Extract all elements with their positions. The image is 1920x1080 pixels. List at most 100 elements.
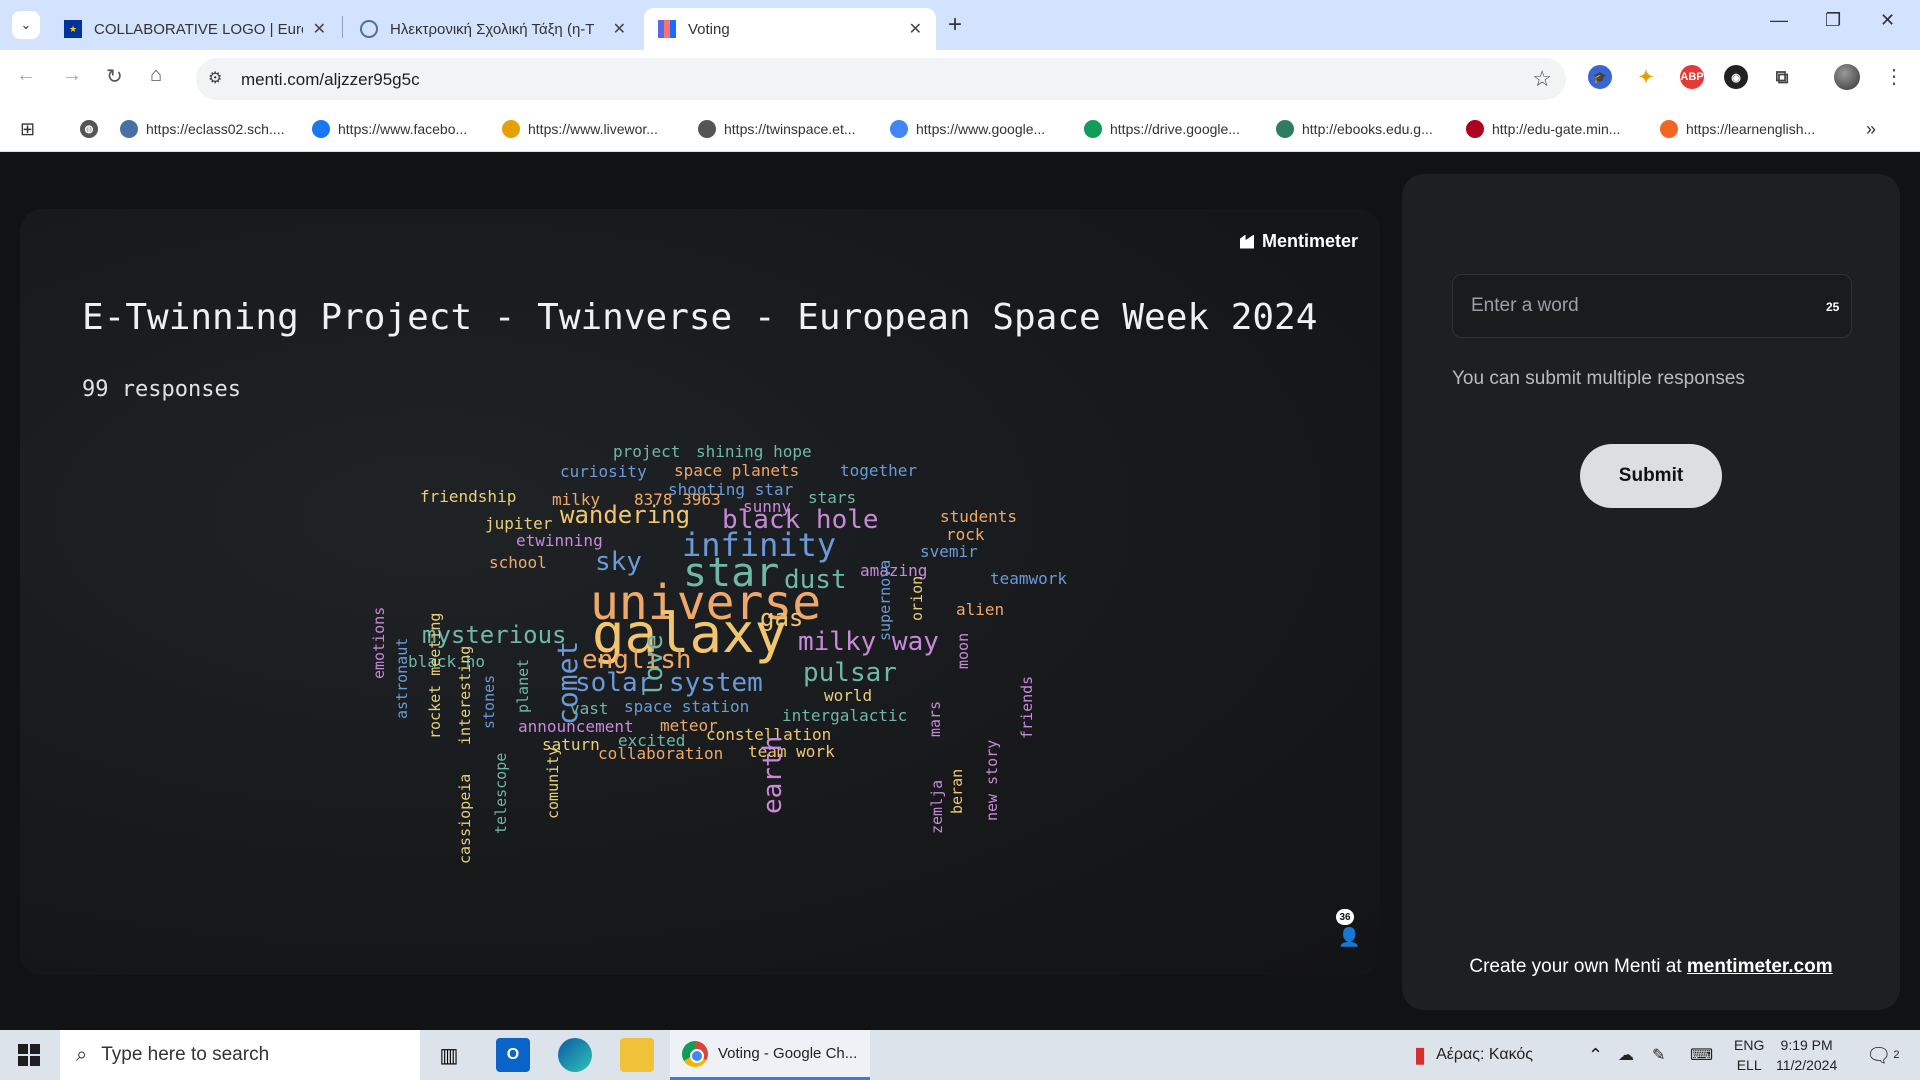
- profile-avatar[interactable]: [1834, 64, 1860, 90]
- new-tab-button[interactable]: +: [948, 11, 962, 39]
- onedrive-icon[interactable]: ☁: [1618, 1030, 1634, 1080]
- word-cloud-word: emotions: [370, 606, 388, 679]
- extension-grammar-icon[interactable]: ◉: [1724, 65, 1748, 89]
- tab-title: COLLABORATIVE LOGO | Europ: [94, 20, 303, 38]
- bookmark-label: https://www.facebo...: [338, 121, 468, 137]
- close-icon[interactable]: ✕: [909, 19, 922, 39]
- bookmark-item[interactable]: https://www.facebo...: [312, 116, 467, 142]
- extension-sparkle-icon[interactable]: ✦: [1634, 65, 1658, 89]
- search-placeholder: Type here to search: [101, 1044, 270, 1065]
- word-cloud-word: interesting: [456, 645, 474, 745]
- home-button[interactable]: ⌂: [150, 64, 162, 87]
- reload-icon: ↻: [106, 66, 123, 88]
- double-chevron-right-icon: »: [1866, 118, 1877, 139]
- close-icon[interactable]: ✕: [613, 19, 626, 39]
- back-button[interactable]: ←: [16, 64, 36, 87]
- forward-button[interactable]: →: [62, 64, 82, 87]
- word-cloud-word: comet: [551, 640, 584, 725]
- word-cloud-word: telescope: [492, 752, 510, 834]
- restore-button[interactable]: ❐: [1825, 10, 1841, 31]
- edge-icon[interactable]: [558, 1038, 592, 1072]
- close-window-button[interactable]: ✕: [1880, 10, 1895, 31]
- liveworksheets-icon: [502, 120, 520, 138]
- search-icon: ⌕: [76, 1043, 88, 1066]
- site-info-icon[interactable]: ⚙: [208, 68, 222, 88]
- twinspace-icon: [698, 120, 716, 138]
- voting-sidebar: 25 You can submit multiple responses Sub…: [1402, 174, 1900, 1010]
- bookmark-star-icon[interactable]: ☆: [1532, 66, 1552, 92]
- word-cloud-word: alien: [956, 600, 1005, 619]
- more-vertical-icon: ⋮: [1884, 66, 1904, 88]
- create-menti-text: Create your own Menti at mentimeter.com: [1402, 956, 1900, 978]
- tab-eclass[interactable]: Ηλεκτρονική Σχολική Τάξη (η-Τ ✕: [346, 8, 640, 50]
- word-cloud-word: moon: [954, 632, 972, 669]
- outlook-icon[interactable]: O: [496, 1038, 530, 1072]
- bookmark-item[interactable]: https://www.livewor...: [502, 116, 658, 142]
- bookmark-item[interactable]: https://www.google...: [890, 116, 1045, 142]
- word-cloud-word: school: [489, 553, 547, 572]
- windows-start-button[interactable]: [18, 1044, 40, 1066]
- word-cloud-word: cassiopeia: [456, 773, 474, 864]
- weather-widget[interactable]: ▮ Αέρας: Κακός: [1414, 1030, 1533, 1080]
- apps-grid-button[interactable]: ⊞: [20, 116, 35, 142]
- adblock-plus-icon[interactable]: ABP: [1680, 65, 1704, 89]
- address-bar[interactable]: ⚙ menti.com/aljzzer95g5c ☆: [196, 58, 1566, 100]
- word-cloud-word: svemir: [920, 542, 978, 561]
- extension-graduation-cap-icon[interactable]: 🎓: [1588, 65, 1612, 89]
- minimize-button[interactable]: —: [1770, 10, 1788, 31]
- word-cloud-word: orion: [908, 575, 926, 621]
- menu-button[interactable]: ⋮: [1884, 64, 1904, 89]
- menti-page: Mentimeter E-Twinning Project - Twinvers…: [0, 152, 1920, 1030]
- bookmark-item[interactable]: https://eclass02.sch....: [120, 116, 285, 142]
- bookmark-label: http://ebooks.edu.g...: [1302, 121, 1433, 137]
- reload-button[interactable]: ↻: [106, 64, 123, 89]
- windows-taskbar: ⌕ Type here to search ▥ O Voting - Googl…: [0, 1030, 1920, 1080]
- chat-icon: 🗨: [1866, 1044, 1892, 1067]
- arrow-right-icon: →: [62, 64, 82, 86]
- plus-icon: +: [948, 11, 963, 38]
- keyboard-icon[interactable]: ⌨: [1690, 1030, 1713, 1080]
- clock[interactable]: 9:19 PM 11/2/2024: [1776, 1030, 1837, 1080]
- mentimeter-link[interactable]: mentimeter.com: [1687, 956, 1833, 977]
- task-view-icon[interactable]: ▥: [432, 1038, 466, 1072]
- tab-voting[interactable]: Voting ✕: [644, 8, 936, 50]
- chevron-up-icon[interactable]: ⌃: [1588, 1030, 1603, 1080]
- word-cloud-word: curiosity: [560, 462, 647, 481]
- word-cloud-word: world: [824, 686, 873, 705]
- bookmark-item[interactable]: https://drive.google...: [1084, 116, 1240, 142]
- bookmark-item[interactable]: https://learnenglish...: [1660, 116, 1815, 142]
- extensions-puzzle-icon[interactable]: ⧉: [1770, 65, 1794, 89]
- word-input[interactable]: [1452, 274, 1852, 338]
- language-indicator[interactable]: ENG ELL: [1734, 1030, 1764, 1080]
- taskbar-chrome-app[interactable]: Voting - Google Ch...: [670, 1030, 870, 1080]
- tab-search-button[interactable]: ⌄: [12, 11, 40, 39]
- word-cloud-word: beran: [948, 768, 966, 814]
- notifications-button[interactable]: 🗨 2: [1866, 1030, 1900, 1080]
- word-cloud-word: teamwork: [990, 569, 1068, 588]
- tab-collaborative-logo[interactable]: ★ COLLABORATIVE LOGO | Europ ✕: [50, 8, 340, 50]
- word-cloud: project shining hope space planets curiosit…: [20, 209, 1380, 975]
- word-cloud-word: pulsar: [803, 658, 897, 688]
- tab-title: Voting: [688, 20, 730, 38]
- close-icon[interactable]: ✕: [313, 19, 326, 39]
- bookmark-item[interactable]: http://edu-gate.min...: [1466, 116, 1620, 142]
- browser-toolbar: ← → ↻ ⌂ ⚙ menti.com/aljzzer95g5c ☆ 🎓 ✦ A…: [0, 50, 1920, 108]
- google-icon: [890, 120, 908, 138]
- word-cloud-word: friendship: [420, 487, 517, 506]
- more-bookmarks-button[interactable]: »: [1866, 116, 1876, 142]
- url-text: menti.com/aljzzer95g5c: [241, 70, 420, 89]
- submit-button[interactable]: Submit: [1580, 444, 1722, 508]
- edugate-icon: [1466, 120, 1484, 138]
- word-cloud-word: mars: [926, 700, 944, 737]
- person-icon: 👤: [1338, 927, 1361, 947]
- lang-secondary: ELL: [1736, 1057, 1762, 1073]
- file-explorer-icon[interactable]: [620, 1038, 654, 1072]
- bookmark-item[interactable]: http://ebooks.edu.g...: [1276, 116, 1433, 142]
- word-cloud-word: milky way: [798, 627, 939, 657]
- bookmark-item[interactable]: https://twinspace.et...: [698, 116, 856, 142]
- bookmark-globe[interactable]: ◍: [80, 116, 106, 142]
- word-cloud-word: jupiter: [485, 514, 553, 533]
- taskbar-search[interactable]: ⌕ Type here to search: [60, 1030, 420, 1080]
- pen-icon[interactable]: ✎: [1652, 1030, 1665, 1080]
- factory-icon: ▮: [1414, 1042, 1427, 1067]
